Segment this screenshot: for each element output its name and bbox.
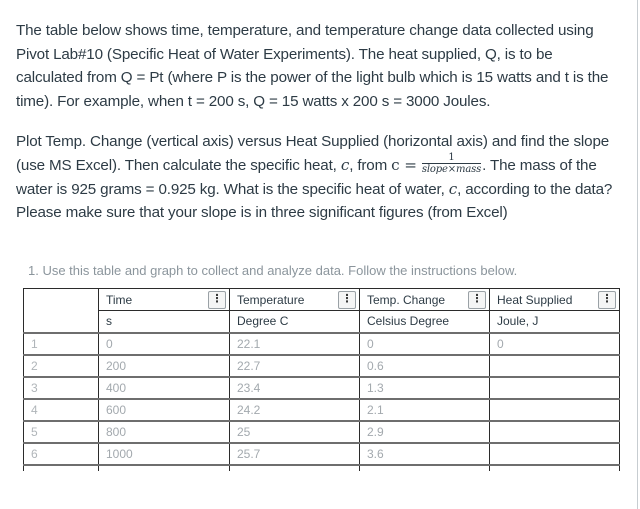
page-right-border [637,0,638,509]
cell-heat-supplied[interactable] [489,419,620,443]
cell-temp-change[interactable] [359,463,490,471]
row-index: 4 [23,397,99,421]
cell-heat-supplied[interactable] [489,353,620,377]
unit-time: s [98,310,230,333]
cell-heat-supplied[interactable] [489,463,620,471]
cell-heat-supplied[interactable]: 0 [489,331,620,355]
cell-temp-change[interactable]: 3.6 [359,441,490,465]
unit-heat-supplied: Joule, J [489,310,620,333]
row-index: 6 [23,441,99,465]
table-row: 2 200 22.7 0.6 [23,353,620,377]
cell-temperature[interactable]: 23.4 [229,375,360,399]
header-row-units: s Degree C Celsius Degree Joule, J [24,310,620,333]
cell-heat-supplied[interactable] [489,441,620,465]
row-index: 5 [23,419,99,443]
row-index: 2 [23,353,99,377]
instructions-paragraph: Plot Temp. Change (vertical axis) versus… [16,130,616,225]
row-index-header [23,288,99,333]
cell-temp-change[interactable]: 1.3 [359,375,490,399]
formula-numerator: 1 [421,152,482,164]
cell-temp-change[interactable]: 2.9 [359,419,490,443]
cell-time[interactable]: 200 [98,353,230,377]
cell-temp-change[interactable]: 0 [359,331,490,355]
kebab-menu-icon[interactable]: ⋮ [468,290,486,309]
column-header-temp-change: Temp. Change ⋮ [359,288,490,311]
unit-temperature: Degree C [229,310,360,333]
kebab-menu-icon[interactable]: ⋮ [208,290,226,309]
intro-paragraph: The table below shows time, temperature,… [16,22,609,110]
c-symbol-2: c [448,179,458,198]
column-name: Temperature [237,292,305,307]
cell-temperature[interactable]: 25 [229,419,360,443]
cell-temp-change[interactable]: 0.6 [359,353,490,377]
table-row: 1 0 22.1 0 0 [23,331,620,355]
cell-time[interactable]: 400 [98,375,230,399]
formula-lhs: c = [391,155,417,174]
column-name: Time [106,292,133,307]
column-name: Temp. Change [367,292,446,307]
table-row: 6 1000 25.7 3.6 [23,441,620,465]
c-symbol: c [340,155,350,174]
data-table: Time ⋮ Temperature ⋮ Temp. Change ⋮ Heat Su… [23,288,620,471]
cell-temperature[interactable] [229,463,360,471]
row-index: 1 [23,331,99,355]
unit-temp-change: Celsius Degree [359,310,490,333]
table-row: 4 600 24.2 2.1 [23,397,620,421]
column-header-temperature: Temperature ⋮ [229,288,360,311]
column-name: Heat Supplied [497,292,573,307]
table-row: 3 400 23.4 1.3 [23,375,620,399]
kebab-menu-icon[interactable]: ⋮ [338,290,356,309]
cell-time[interactable]: 1000 [98,441,230,465]
column-header-heat-supplied: Heat Supplied ⋮ [489,288,620,311]
cell-temperature[interactable]: 22.7 [229,353,360,377]
column-header-time: Time ⋮ [98,288,230,311]
table-row-partial [23,463,620,471]
cell-heat-supplied[interactable] [489,397,620,421]
cell-time[interactable]: 800 [98,419,230,443]
cell-time[interactable]: 0 [98,331,230,355]
cell-temp-change[interactable]: 2.1 [359,397,490,421]
specific-heat-formula: 1 slope×mass [421,152,482,176]
formula-denominator: slope×mass [421,163,482,175]
cell-temperature[interactable]: 22.1 [229,331,360,355]
row-index: 3 [23,375,99,399]
cell-temperature[interactable]: 25.7 [229,441,360,465]
row-index [23,463,99,471]
table-row: 5 800 25 2.9 [23,419,620,443]
header-row-names: Time ⋮ Temperature ⋮ Temp. Change ⋮ Heat Su… [23,288,620,333]
kebab-menu-icon[interactable]: ⋮ [598,290,616,309]
from-text: , from [349,156,392,174]
cell-temperature[interactable]: 24.2 [229,397,360,421]
cell-time[interactable]: 600 [98,397,230,421]
table-instruction: 1. Use this table and graph to collect a… [28,263,518,278]
cell-time[interactable] [98,463,230,471]
cell-heat-supplied[interactable] [489,375,620,399]
